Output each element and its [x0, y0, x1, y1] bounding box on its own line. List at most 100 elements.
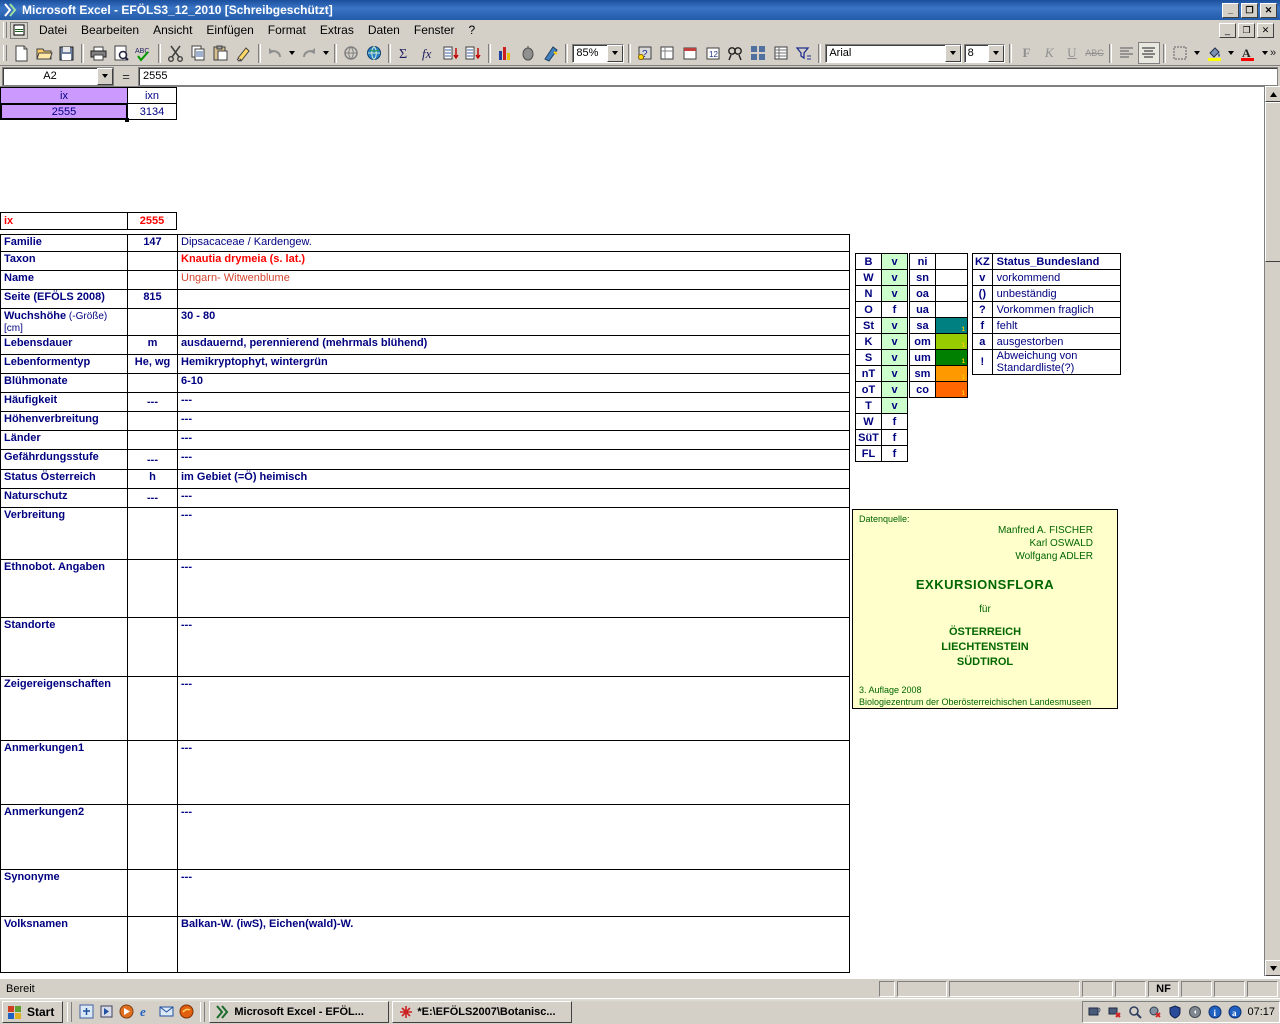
print-preview-icon[interactable]: [110, 42, 133, 64]
state-code[interactable]: W: [855, 269, 882, 286]
calendar-icon[interactable]: [679, 42, 702, 64]
windows-media-icon[interactable]: [116, 1002, 136, 1022]
row-value-cell[interactable]: im Gebiet (=Ö) heimisch: [177, 469, 850, 489]
status-description[interactable]: Abweichung von Standardliste(?): [991, 349, 1121, 375]
align-left-icon[interactable]: [1115, 42, 1138, 64]
row-value-cell[interactable]: ---: [177, 676, 850, 741]
row-code-cell[interactable]: He, wg: [127, 354, 178, 374]
state-code[interactable]: oT: [855, 381, 882, 398]
row-value-cell[interactable]: ---: [177, 559, 850, 618]
state-code[interactable]: O: [855, 301, 882, 318]
row-label-cell[interactable]: Gefährdungsstufe: [0, 449, 128, 470]
row-code-cell[interactable]: ---: [127, 392, 178, 412]
state-status[interactable]: v: [881, 381, 908, 398]
row-code-cell[interactable]: [127, 916, 178, 973]
undo-dropdown-icon[interactable]: [287, 42, 298, 64]
copy-icon[interactable]: [187, 42, 210, 64]
doc-close-button[interactable]: ✕: [1257, 22, 1274, 38]
format-painter-icon[interactable]: [232, 42, 255, 64]
row-label-cell[interactable]: Name: [0, 270, 128, 290]
chart-wizard-icon[interactable]: [494, 42, 517, 64]
name-box-dropdown-icon[interactable]: [97, 67, 113, 85]
zone-code[interactable]: ni: [909, 253, 936, 270]
row-value-cell[interactable]: Hemikryptophyt, wintergrün: [177, 354, 850, 374]
cell-b2[interactable]: 3134: [127, 103, 177, 120]
state-code[interactable]: T: [855, 397, 882, 414]
row-label-cell[interactable]: Höhenverbreitung: [0, 411, 128, 431]
state-status[interactable]: f: [881, 413, 908, 430]
state-status[interactable]: v: [881, 397, 908, 414]
new-icon[interactable]: [10, 42, 33, 64]
print-icon[interactable]: [87, 42, 110, 64]
cell-ix-header[interactable]: ix: [0, 87, 128, 104]
row-code-cell[interactable]: ---: [127, 488, 178, 508]
status-code[interactable]: ?: [972, 301, 993, 318]
row-code-cell[interactable]: ---: [127, 449, 178, 470]
status-description[interactable]: fehlt: [991, 317, 1121, 334]
state-code[interactable]: FL: [855, 445, 882, 462]
volume-icon[interactable]: [1187, 1004, 1203, 1020]
row-code-cell[interactable]: [127, 617, 178, 677]
outlook-express-icon[interactable]: [156, 1002, 176, 1022]
zone-code[interactable]: sa: [909, 317, 936, 334]
cut-icon[interactable]: [164, 42, 187, 64]
align-center-icon[interactable]: [1137, 42, 1161, 64]
row-value-cell[interactable]: ---: [177, 411, 850, 431]
state-code[interactable]: W: [855, 413, 882, 430]
row-label-cell[interactable]: Wuchshöhe (-Größe) [cm]: [0, 308, 128, 336]
status-description[interactable]: ausgestorben: [991, 333, 1121, 350]
status-code[interactable]: v: [972, 269, 993, 286]
font-size-combo[interactable]: 8: [963, 43, 1006, 63]
row-code-cell[interactable]: [127, 740, 178, 805]
row-label-cell[interactable]: Volksnamen: [0, 916, 128, 973]
network-icon[interactable]: [1087, 1004, 1103, 1020]
borders-dropdown-icon[interactable]: [1192, 42, 1203, 64]
row-code-cell[interactable]: [127, 507, 178, 560]
acrobat-icon[interactable]: a: [1227, 1004, 1243, 1020]
filter-icon[interactable]: [793, 42, 816, 64]
redo-dropdown-icon[interactable]: [320, 42, 331, 64]
sheet-list-icon[interactable]: [656, 42, 679, 64]
undo-icon[interactable]: [264, 42, 287, 64]
underline-button[interactable]: U: [1061, 42, 1084, 64]
zone-color-swatch[interactable]: 1: [935, 317, 968, 334]
toolbar-overflow-icon[interactable]: »: [1270, 47, 1280, 59]
zoom-combo[interactable]: 85%: [572, 43, 624, 63]
state-status[interactable]: f: [881, 445, 908, 462]
row-label-cell[interactable]: Blühmonate: [0, 373, 128, 393]
row-value-cell[interactable]: ---: [177, 449, 850, 470]
row-value-cell[interactable]: Knautia drymeia (s. lat.): [177, 251, 850, 271]
state-code[interactable]: SüT: [855, 429, 882, 446]
row-code-cell[interactable]: [127, 411, 178, 431]
network-error-icon[interactable]: [1107, 1004, 1123, 1020]
drawing-icon[interactable]: [540, 42, 563, 64]
restore-button[interactable]: ❐: [1241, 2, 1258, 18]
state-status[interactable]: f: [881, 429, 908, 446]
row-label-cell[interactable]: Naturschutz: [0, 488, 128, 508]
spellcheck-icon[interactable]: ABC: [132, 42, 155, 64]
row-label-cell[interactable]: Taxon: [0, 251, 128, 271]
insert-hyperlink-icon[interactable]: [340, 42, 363, 64]
menu-daten[interactable]: Daten: [361, 21, 407, 39]
state-status[interactable]: v: [881, 333, 908, 350]
row-code-cell[interactable]: [127, 559, 178, 618]
row-value-cell[interactable]: ---: [177, 507, 850, 560]
name-box[interactable]: A2: [2, 66, 114, 86]
function-icon[interactable]: fx: [417, 42, 440, 64]
zone-code[interactable]: um: [909, 349, 936, 366]
date-icon[interactable]: 12: [702, 42, 725, 64]
font-color-icon[interactable]: A: [1236, 42, 1259, 64]
state-code[interactable]: nT: [855, 365, 882, 382]
zone-color-swatch[interactable]: [935, 253, 968, 270]
find-icon[interactable]: [725, 42, 748, 64]
row-code-cell[interactable]: [127, 676, 178, 741]
minimize-button[interactable]: _: [1222, 2, 1239, 18]
strikethrough-button[interactable]: ABC: [1083, 42, 1106, 64]
row-value-cell[interactable]: Balkan-W. (iwS), Eichen(wald)-W.: [177, 916, 850, 973]
status-code[interactable]: !: [972, 349, 993, 375]
firefox-icon[interactable]: [176, 1002, 196, 1022]
state-status[interactable]: v: [881, 317, 908, 334]
borders-icon[interactable]: [1169, 42, 1192, 64]
fill-color-icon[interactable]: [1203, 42, 1226, 64]
row-value-cell[interactable]: ---: [177, 430, 850, 450]
